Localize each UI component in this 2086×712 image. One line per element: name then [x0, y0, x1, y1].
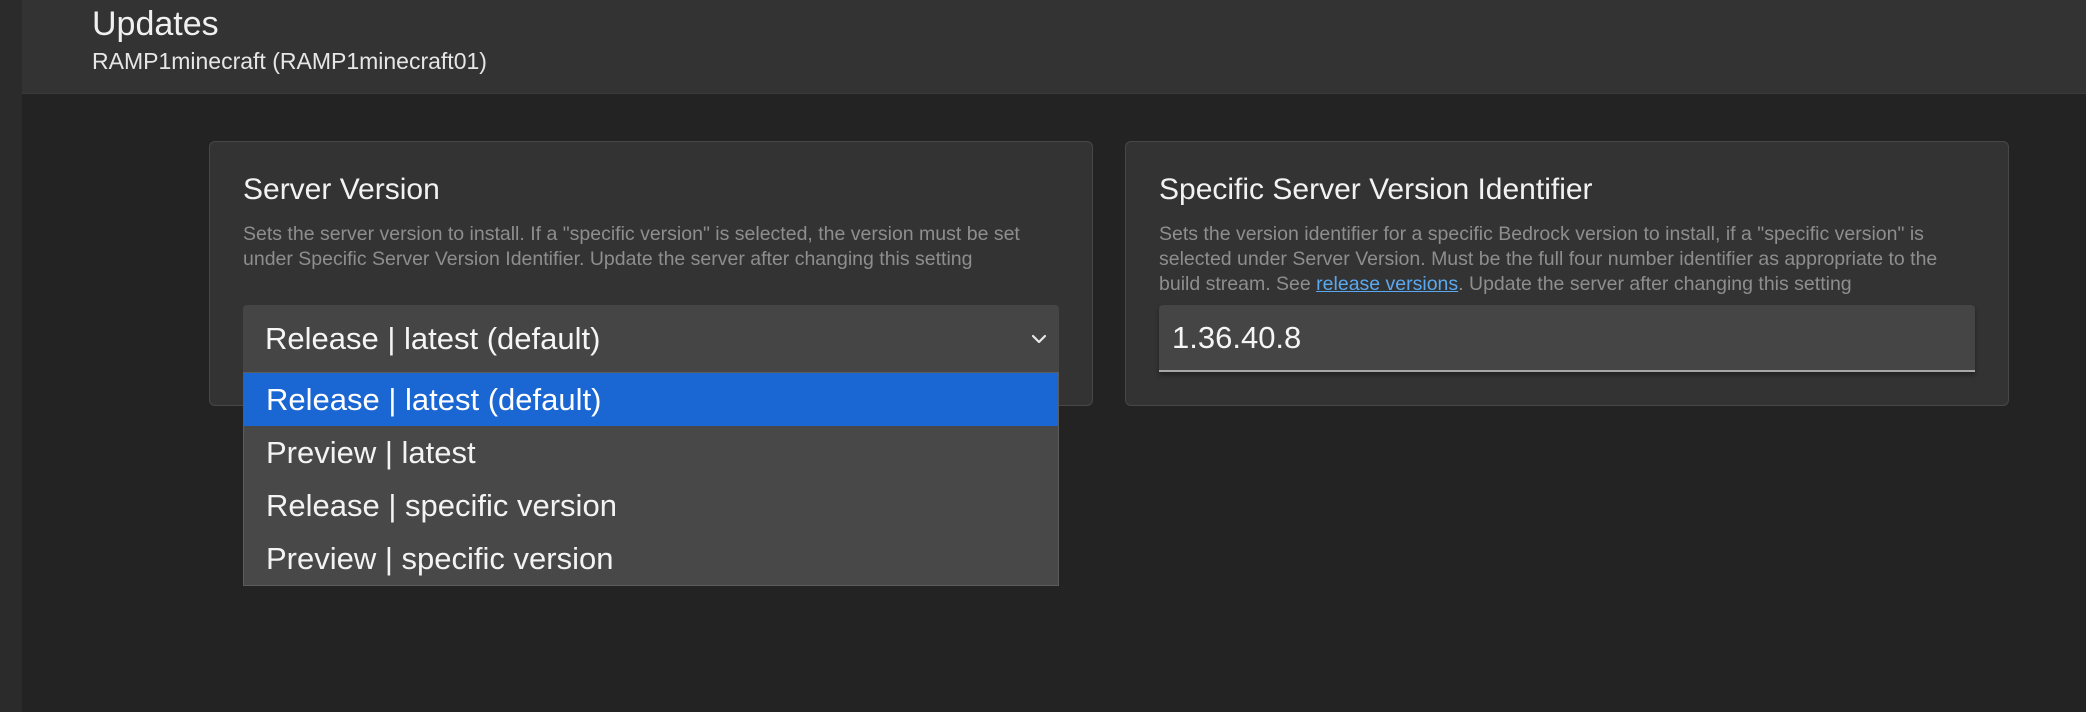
server-version-title: Server Version — [243, 173, 440, 206]
chevron-down-icon — [1031, 334, 1047, 344]
specific-version-description: Sets the version identifier for a specif… — [1159, 222, 1979, 297]
left-sidebar-strip — [0, 0, 22, 712]
dropdown-option-preview-specific[interactable]: Preview | specific version — [244, 532, 1058, 585]
specific-version-description-end: . Update the server after changing this … — [1458, 273, 1852, 295]
specific-version-title: Specific Server Version Identifier — [1159, 173, 1593, 206]
server-name: RAMP1minecraft (RAMP1minecraft01) — [92, 48, 487, 74]
page-header: Updates RAMP1minecraft (RAMP1minecraft01… — [22, 0, 2086, 94]
specific-version-card: Specific Server Version Identifier Sets … — [1125, 141, 2009, 406]
server-version-description: Sets the server version to install. If a… — [243, 223, 1020, 270]
server-version-card: Server Version Sets the server version t… — [209, 141, 1093, 406]
server-version-dropdown: Release | latest (default) Preview | lat… — [243, 372, 1059, 586]
release-versions-link[interactable]: release versions — [1316, 273, 1458, 295]
dropdown-option-release-specific[interactable]: Release | specific version — [244, 479, 1058, 532]
dropdown-option-preview-latest[interactable]: Preview | latest — [244, 426, 1058, 479]
server-version-select[interactable]: Release | latest (default) — [243, 305, 1059, 373]
dropdown-option-release-latest[interactable]: Release | latest (default) — [244, 373, 1058, 426]
specific-version-input[interactable] — [1159, 305, 1975, 372]
page-title: Updates — [92, 5, 219, 43]
server-version-selected-value: Release | latest (default) — [265, 321, 601, 356]
